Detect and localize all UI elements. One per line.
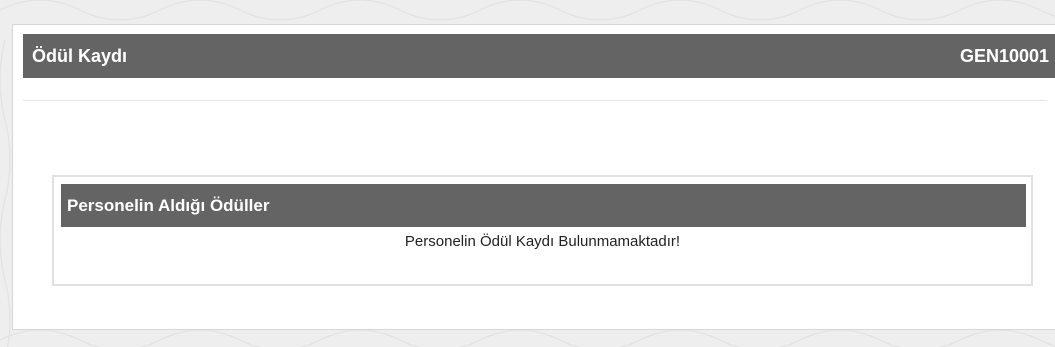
- award-record-title: Ödül Kaydı: [32, 45, 128, 66]
- awards-section-panel: Personelin Aldığı Ödüller Personelin Ödü…: [52, 175, 1033, 286]
- empty-state-message: Personelin Ödül Kaydı Bulunmamaktadır!: [404, 233, 681, 250]
- screen-code: GEN10001: [959, 45, 1049, 66]
- awards-section-header: Personelin Aldığı Ödüller: [61, 184, 1026, 227]
- awards-section-title: Personelin Aldığı Ödüller: [67, 195, 270, 215]
- award-record-header: Ödül Kaydı GEN10001: [23, 34, 1055, 78]
- header-divider: [23, 100, 1047, 101]
- award-record-panel: Ödül Kaydı GEN10001 Personelin Aldığı Öd…: [12, 24, 1055, 330]
